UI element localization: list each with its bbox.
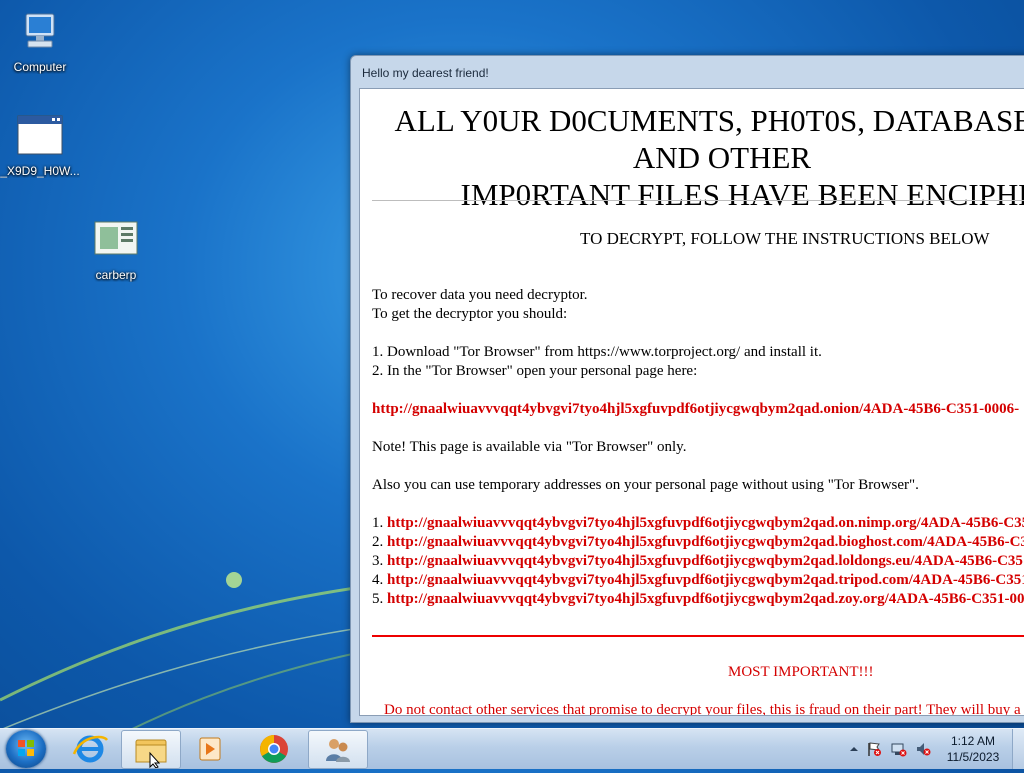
mirror-number: 2.	[372, 534, 384, 550]
folder-icon	[135, 739, 167, 769]
users-app-button[interactable]	[308, 730, 368, 769]
internet-explorer-icon	[72, 735, 109, 763]
mirror-number: 3.	[372, 553, 384, 569]
ransom-note-content[interactable]: ALL Y0UR D0CUMENTS, PH0T0S, DATABASES AN…	[359, 88, 1024, 716]
chrome-icon	[260, 735, 288, 763]
media-player-icon	[199, 737, 221, 761]
show-desktop-button[interactable]	[1012, 729, 1024, 769]
warning-text: Do not contact other services that promi…	[384, 702, 1024, 716]
heading-line-1: ALL Y0UR D0CUMENTS, PH0T0S, DATABASES AN…	[394, 103, 1024, 175]
document-window-icon	[92, 216, 140, 264]
mirror-link[interactable]: http://gnaalwiuavvvqqt4ybvgvi7tyo4hjl5xg…	[387, 591, 1024, 607]
start-button[interactable]	[6, 730, 46, 768]
show-hidden-icons-icon[interactable]	[846, 741, 862, 757]
mirror-link-row[interactable]: 2. http://gnaalwiuavvvqqt4ybvgvi7tyo4hjl…	[372, 534, 1024, 551]
desktop-icon-label: _X9D9_H0W...	[0, 164, 80, 178]
window-title: Hello my dearest friend!	[362, 66, 489, 80]
system-clock[interactable]: 1:12 AM 11/5/2023	[940, 733, 1006, 765]
subheading: TO DECRYPT, FOLLOW THE INSTRUCTIONS BELO…	[580, 229, 990, 248]
step-1: 1. Download "Tor Browser" from https://w…	[372, 344, 822, 360]
onion-link[interactable]: http://gnaalwiuavvvqqt4ybvgvi7tyo4hjl5xg…	[372, 401, 1019, 418]
windows-logo-icon	[18, 740, 34, 756]
clock-time: 1:12 AM	[950, 734, 996, 748]
mirror-link[interactable]: http://gnaalwiuavvvqqt4ybvgvi7tyo4hjl5xg…	[387, 553, 1024, 569]
mirror-link-row[interactable]: 3. http://gnaalwiuavvvqqt4ybvgvi7tyo4hjl…	[372, 553, 1024, 570]
windows-explorer-button[interactable]	[121, 730, 181, 769]
mirror-link[interactable]: http://gnaalwiuavvvqqt4ybvgvi7tyo4hjl5xg…	[387, 534, 1024, 550]
network-error-icon[interactable]	[891, 741, 907, 757]
computer-icon	[16, 8, 64, 56]
volume-muted-icon[interactable]	[915, 741, 931, 757]
internet-explorer-button[interactable]	[61, 730, 119, 767]
heading-line-2: IMP0RTANT FILES HAVE BEEN ENCIPHERED!	[460, 177, 1024, 212]
desktop-icon-computer[interactable]: Computer	[0, 8, 80, 74]
red-divider	[372, 635, 1024, 637]
desktop-icon-label: carberp	[95, 268, 137, 282]
mirror-number: 1.	[372, 515, 384, 531]
divider	[372, 200, 1024, 201]
step-2: 2. In the "Tor Browser" open your person…	[372, 363, 698, 379]
mirror-link[interactable]: http://gnaalwiuavvvqqt4ybvgvi7tyo4hjl5xg…	[387, 572, 1024, 588]
desktop-icon-program[interactable]: _X9D9_H0W...	[0, 112, 80, 178]
chrome-button[interactable]	[245, 730, 303, 767]
mirror-link-row[interactable]: 1. http://gnaalwiuavvvqqt4ybvgvi7tyo4hjl…	[372, 515, 1024, 532]
application-window-icon	[16, 112, 64, 160]
clock-date: 11/5/2023	[946, 750, 1000, 764]
mirror-link[interactable]: http://gnaalwiuavvvqqt4ybvgvi7tyo4hjl5xg…	[387, 515, 1024, 531]
desktop-icon-label: Computer	[13, 60, 67, 74]
users-icon	[326, 739, 350, 762]
also-text: Also you can use temporary addresses on …	[372, 477, 919, 493]
mirror-number: 5.	[372, 591, 384, 607]
ransom-note-window[interactable]: Hello my dearest friend! ALL Y0UR D0CUME…	[350, 55, 1024, 723]
mirror-link-row[interactable]: 4. http://gnaalwiuavvvqqt4ybvgvi7tyo4hjl…	[372, 572, 1024, 589]
taskbar: 1:12 AM 11/5/2023	[0, 728, 1024, 769]
note-text: Note! This page is available via "Tor Br…	[372, 439, 687, 455]
mirror-link-row[interactable]: 5. http://gnaalwiuavvvqqt4ybvgvi7tyo4hjl…	[372, 591, 1024, 608]
instruction-text: To get the decryptor you should:	[372, 306, 568, 322]
instruction-text: To recover data you need decryptor.	[372, 287, 588, 303]
action-center-flag-icon[interactable]	[866, 741, 882, 757]
most-important-heading: MOST IMPORTANT!!!	[728, 664, 874, 680]
desktop-icon-carberp[interactable]: carberp	[76, 216, 156, 282]
media-player-button[interactable]	[181, 730, 239, 767]
mirror-number: 4.	[372, 572, 384, 588]
